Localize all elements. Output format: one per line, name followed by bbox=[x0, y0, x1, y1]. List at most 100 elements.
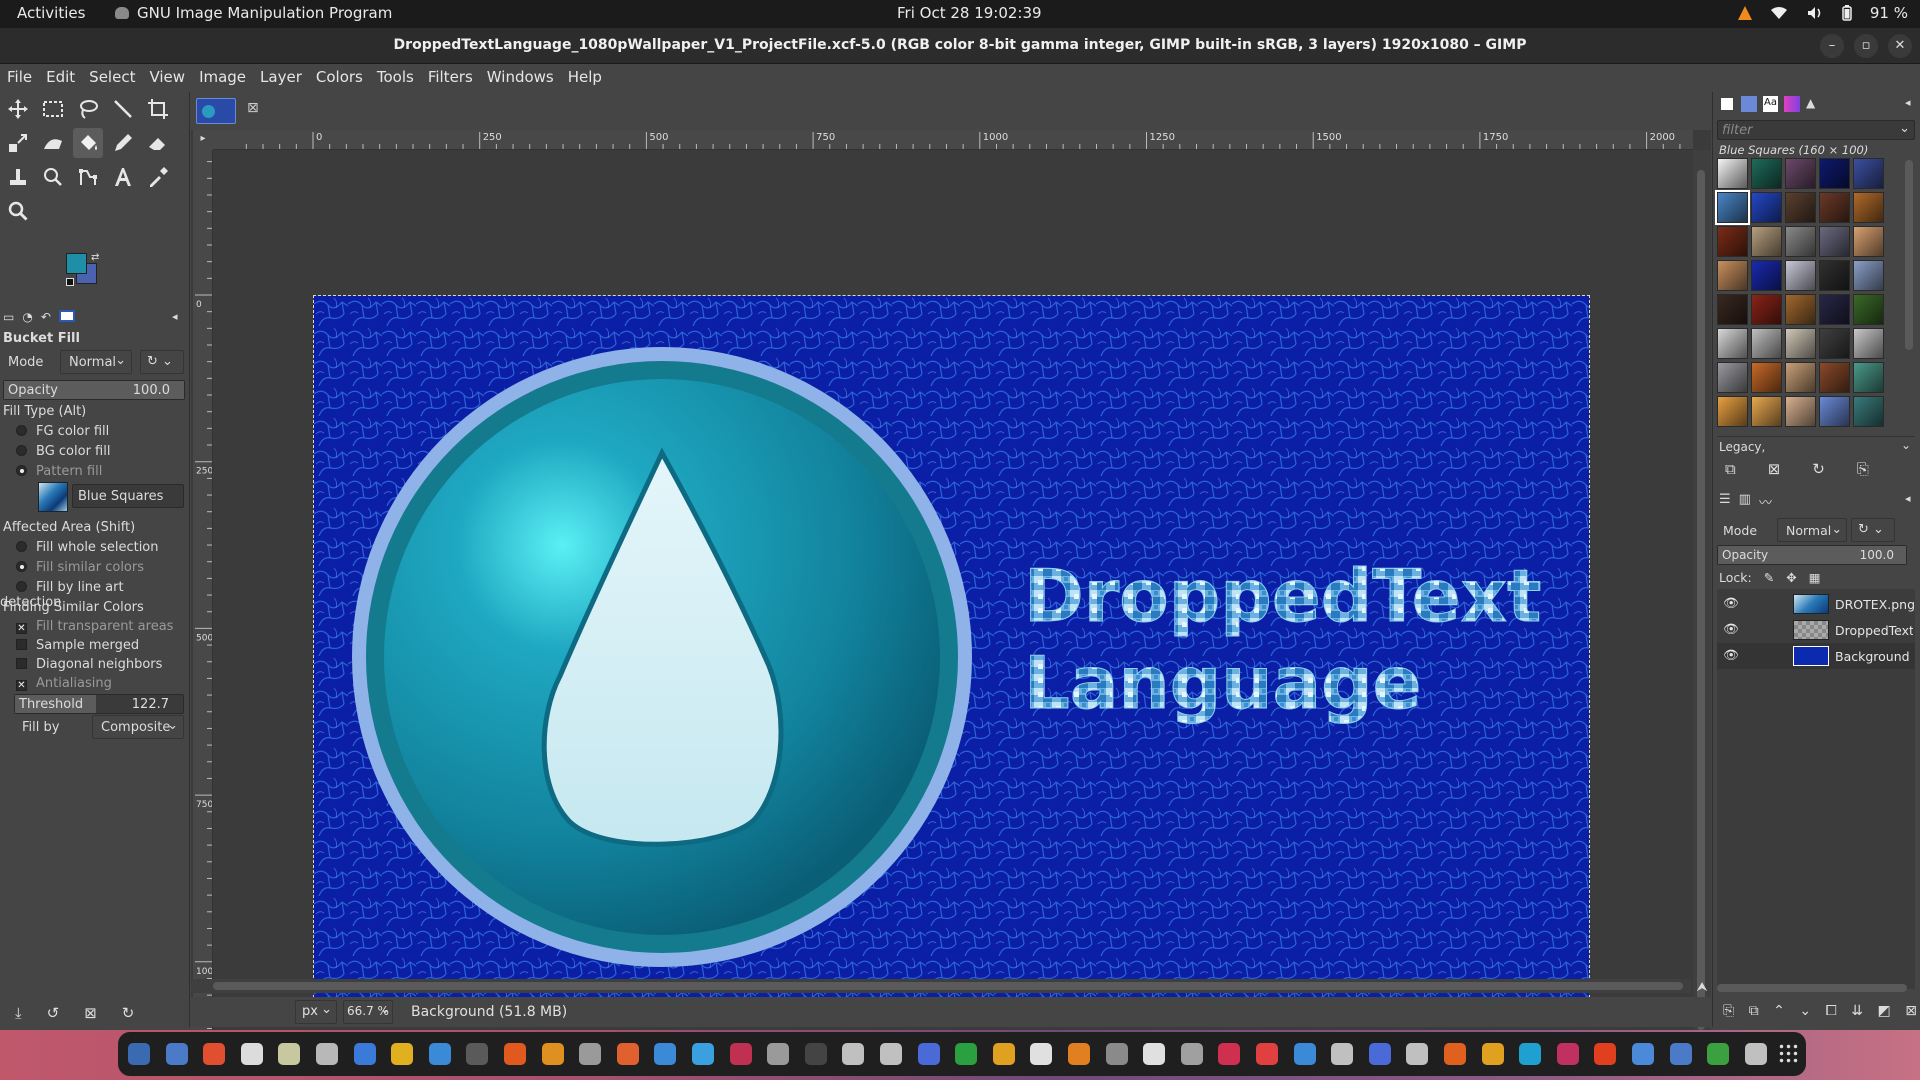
delete-layer-icon[interactable]: ⊠ bbox=[1905, 1003, 1917, 1019]
fill-type-pattern[interactable]: Pattern fill bbox=[0, 464, 102, 479]
pattern-swatch[interactable] bbox=[1785, 328, 1816, 359]
dock-app-icon[interactable] bbox=[541, 1043, 564, 1065]
pattern-preview[interactable] bbox=[38, 482, 68, 512]
dock-app-icon[interactable] bbox=[917, 1043, 940, 1065]
restore-options-icon[interactable]: ↺ bbox=[47, 1004, 60, 1022]
pattern-tag-dropdown[interactable]: Legacy, ⌄ bbox=[1717, 436, 1915, 454]
new-layer-icon[interactable]: ⎘ bbox=[1723, 1003, 1734, 1019]
antialiasing-checkbox[interactable]: ✕ Antialiasing bbox=[0, 676, 112, 691]
refresh-patterns-icon[interactable]: ↻ bbox=[1812, 460, 1825, 478]
dock-app-icon[interactable] bbox=[316, 1043, 338, 1065]
zoom-tool-icon[interactable] bbox=[3, 196, 33, 226]
pattern-swatch[interactable] bbox=[1785, 396, 1816, 427]
pattern-swatch[interactable] bbox=[1819, 226, 1850, 257]
pattern-swatch[interactable] bbox=[1853, 260, 1884, 291]
dock-app-icon[interactable] bbox=[767, 1043, 790, 1065]
layers-hscrollbar[interactable] bbox=[1717, 984, 1907, 992]
opacity-slider[interactable]: Opacity 100.0 bbox=[3, 380, 185, 400]
add-mask-icon[interactable]: ◩ bbox=[1878, 1003, 1891, 1019]
layer-row[interactable]: 👁 DroppedText bbox=[1717, 617, 1915, 643]
layer-row[interactable]: 👁 DROTEX.png bbox=[1717, 591, 1915, 617]
gradients-tab-icon[interactable] bbox=[1783, 96, 1800, 112]
move-tool-icon[interactable] bbox=[3, 94, 33, 124]
dock-app-icon[interactable] bbox=[1632, 1043, 1654, 1065]
foreground-color-swatch[interactable] bbox=[66, 253, 87, 274]
pattern-swatch[interactable] bbox=[1751, 328, 1782, 359]
dock-app-icon[interactable] bbox=[955, 1043, 978, 1065]
paths-icon[interactable] bbox=[73, 162, 103, 192]
dock-app-icon[interactable] bbox=[466, 1043, 489, 1065]
menu-colors[interactable]: Colors bbox=[309, 64, 370, 90]
smudge-icon[interactable] bbox=[38, 162, 68, 192]
default-colors-icon[interactable] bbox=[66, 278, 74, 286]
sample-merged-checkbox[interactable]: Sample merged bbox=[0, 638, 139, 653]
text-tool-icon[interactable] bbox=[108, 162, 138, 192]
pattern-swatch[interactable] bbox=[1819, 294, 1850, 325]
dock-app-icon[interactable] bbox=[1143, 1043, 1166, 1065]
pattern-grid[interactable] bbox=[1715, 158, 1895, 438]
fill-by-dropdown[interactable]: Composite ⌄ bbox=[92, 715, 184, 739]
dock-app-icon[interactable] bbox=[1556, 1043, 1579, 1065]
tool-options-tab-icon[interactable]: ▭ bbox=[3, 310, 14, 324]
dock-app-icon[interactable] bbox=[1481, 1043, 1504, 1065]
threshold-slider[interactable]: Threshold 122.7 bbox=[14, 694, 184, 714]
pattern-swatch[interactable] bbox=[1819, 362, 1850, 393]
dock-app-icon[interactable] bbox=[504, 1043, 526, 1065]
affected-similar-colors[interactable]: Fill similar colors bbox=[0, 560, 144, 575]
layer-opacity-slider[interactable]: Opacity 100.0 bbox=[1717, 545, 1907, 565]
pattern-swatch[interactable] bbox=[1853, 396, 1884, 427]
dock-app-icon[interactable] bbox=[428, 1043, 451, 1065]
warp-tool-icon[interactable] bbox=[38, 128, 68, 158]
menu-filters[interactable]: Filters bbox=[421, 64, 480, 90]
configure-layers-icon[interactable]: ◂ bbox=[1905, 492, 1911, 505]
dock-app-icon[interactable] bbox=[804, 1043, 827, 1065]
pattern-swatch[interactable] bbox=[1717, 294, 1748, 325]
dock-app-icon[interactable] bbox=[729, 1043, 752, 1065]
dock-app-icon[interactable] bbox=[240, 1043, 263, 1065]
image-tab-thumbnail[interactable] bbox=[196, 98, 236, 124]
pattern-swatch[interactable] bbox=[1717, 396, 1748, 427]
pattern-swatch[interactable] bbox=[1785, 158, 1816, 189]
scale-tool-icon[interactable] bbox=[3, 128, 33, 158]
pattern-swatch[interactable] bbox=[1853, 226, 1884, 257]
new-layer-group-icon[interactable]: ⧉ bbox=[1749, 1003, 1759, 1019]
diagonal-neighbors-checkbox[interactable]: Diagonal neighbors bbox=[0, 657, 162, 672]
menu-select[interactable]: Select bbox=[82, 64, 142, 90]
menu-image[interactable]: Image bbox=[192, 64, 253, 90]
mode-reset-button[interactable]: ↻ ⌄ bbox=[140, 350, 184, 374]
color-picker-icon[interactable] bbox=[143, 162, 173, 192]
pattern-swatch[interactable] bbox=[1751, 260, 1782, 291]
bucket-fill-icon[interactable] bbox=[73, 128, 103, 158]
rect-select-icon[interactable] bbox=[38, 94, 68, 124]
pattern-swatch[interactable] bbox=[1751, 226, 1782, 257]
lock-pixels-icon[interactable]: ✎ bbox=[1764, 570, 1774, 585]
dock-app-icon[interactable] bbox=[165, 1043, 188, 1065]
quick-mask-corner-icon[interactable]: ▸ bbox=[193, 130, 213, 150]
fill-type-bg[interactable]: BG color fill bbox=[0, 444, 110, 459]
configure-dock-icon[interactable]: ◂ bbox=[1905, 96, 1911, 109]
pattern-swatch[interactable] bbox=[1751, 158, 1782, 189]
pattern-swatch[interactable] bbox=[1717, 362, 1748, 393]
fuzzy-select-icon[interactable] bbox=[108, 94, 138, 124]
maximize-button[interactable]: ▫ bbox=[1854, 34, 1878, 58]
pattern-swatch[interactable] bbox=[1853, 294, 1884, 325]
dock-app-icon[interactable] bbox=[1105, 1043, 1128, 1065]
lower-layer-icon[interactable]: ⌄ bbox=[1799, 1003, 1811, 1019]
pattern-swatch[interactable] bbox=[1717, 226, 1748, 257]
delete-options-icon[interactable]: ⊠ bbox=[84, 1004, 97, 1022]
visibility-eye-icon[interactable]: 👁 bbox=[1723, 621, 1739, 637]
vertical-scrollbar[interactable] bbox=[1693, 150, 1711, 1067]
crop-icon[interactable] bbox=[143, 94, 173, 124]
minimize-button[interactable]: – bbox=[1820, 34, 1844, 58]
pattern-swatch[interactable] bbox=[1717, 328, 1748, 359]
dock-app-icon[interactable] bbox=[1368, 1043, 1391, 1065]
save-options-icon[interactable]: ⤓ bbox=[15, 1004, 22, 1022]
dock-app-icon[interactable] bbox=[1594, 1043, 1617, 1065]
menu-edit[interactable]: Edit bbox=[39, 64, 82, 90]
visibility-eye-icon[interactable]: 👁 bbox=[1723, 647, 1739, 663]
dock-app-icon[interactable] bbox=[1707, 1043, 1730, 1065]
close-window-button[interactable]: ✕ bbox=[1888, 34, 1912, 58]
pattern-name-field[interactable]: Blue Squares bbox=[72, 484, 184, 508]
affected-whole-selection[interactable]: Fill whole selection bbox=[0, 540, 159, 555]
horizontal-ruler[interactable]: 0 250 500 750 1000 1250 1500 1750 2000 bbox=[213, 130, 1693, 150]
